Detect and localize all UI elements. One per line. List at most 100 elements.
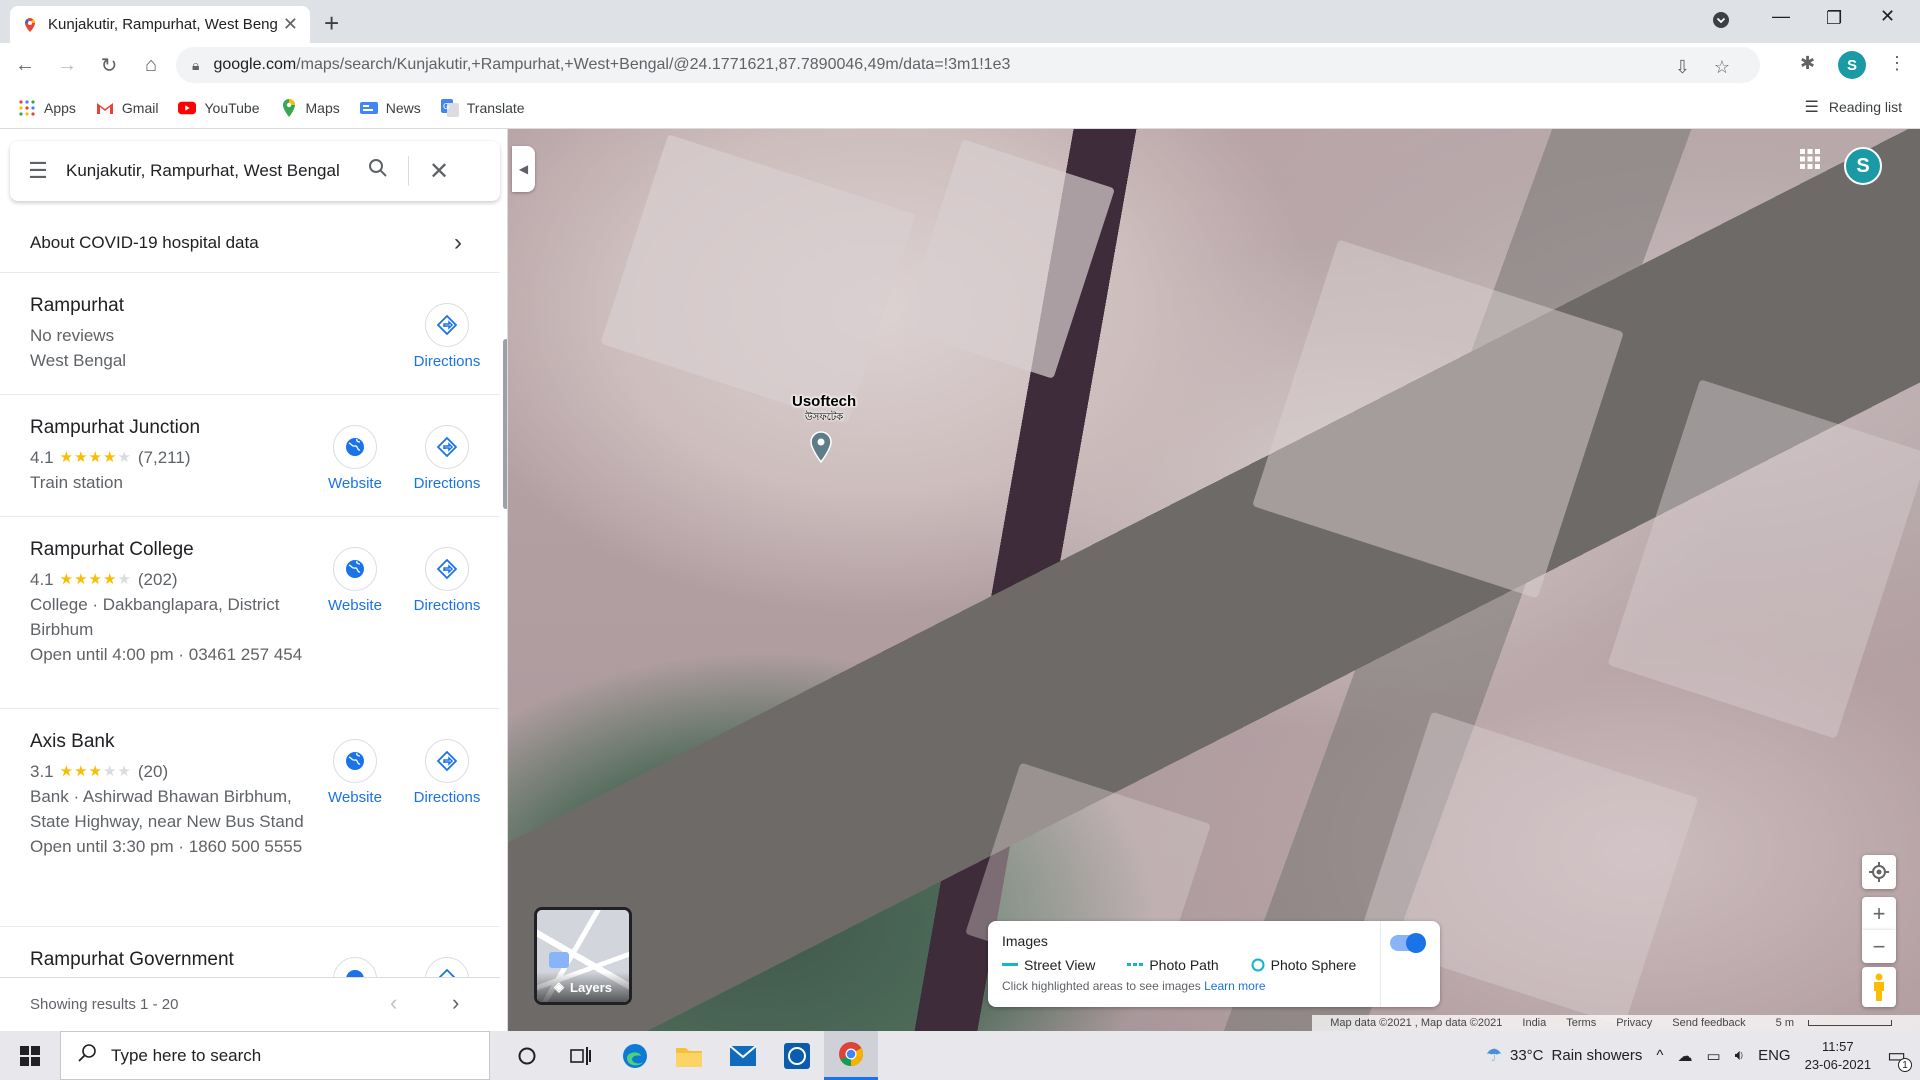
start-button[interactable]: [0, 1031, 60, 1080]
extensions-puzzle-icon[interactable]: ✱: [1800, 53, 1815, 74]
taskbar-search[interactable]: Type here to search: [60, 1031, 490, 1080]
address-bar[interactable]: 🔒︎ google.com/maps/search/Kunjakutir,+Ra…: [176, 47, 1760, 83]
covid-info-link[interactable]: About COVID-19 hospital data ›: [0, 213, 500, 273]
result-item-axis-bank[interactable]: Axis Bank 3.1 ★★★★★ (20) Bank · Ashirwad…: [0, 709, 500, 927]
translate-icon: G: [440, 98, 459, 117]
directions-button[interactable]: Directions: [402, 303, 492, 370]
bookmark-apps[interactable]: Apps: [18, 99, 76, 117]
images-hint-text: Click highlighted areas to see images: [1002, 979, 1201, 993]
tab-close-icon[interactable]: ✕: [283, 14, 298, 35]
place-pin-icon[interactable]: [810, 431, 832, 463]
lock-icon[interactable]: 🔒︎: [192, 57, 199, 74]
google-apps-icon[interactable]: [1800, 149, 1820, 175]
mail-icon[interactable]: [716, 1031, 770, 1080]
bookmark-translate[interactable]: G Translate: [440, 98, 525, 117]
directions-icon: [425, 547, 469, 591]
dell-app-icon[interactable]: [770, 1031, 824, 1080]
toggle-knob: [1406, 933, 1426, 953]
show-hidden-icons-button[interactable]: ^: [1656, 1047, 1663, 1064]
install-app-icon[interactable]: ⇩: [1675, 57, 1690, 78]
chrome-menu-icon[interactable]: ⋮: [1888, 53, 1906, 74]
windows-taskbar: Type here to search ☂ 33°C Rain showers …: [0, 1031, 1920, 1080]
browser-tab-active[interactable]: Kunjakutir, Rampurhat, West Bengal ✕: [10, 6, 310, 43]
cortana-icon[interactable]: [500, 1031, 554, 1080]
learn-more-link[interactable]: Learn more: [1204, 979, 1265, 993]
zoom-in-button[interactable]: +: [1862, 897, 1896, 930]
home-icon[interactable]: ⌂: [134, 48, 168, 82]
pegman-icon: [1874, 973, 1884, 1001]
chevron-up-icon: ^: [1656, 1047, 1664, 1064]
privacy-link[interactable]: Privacy: [1616, 1017, 1652, 1029]
next-page-icon[interactable]: ›: [452, 990, 459, 1016]
bookmark-news[interactable]: News: [359, 99, 421, 117]
battery-icon[interactable]: ▭: [1706, 1047, 1720, 1065]
weather-temp: 33°C: [1510, 1047, 1544, 1064]
clock[interactable]: 11:57 23-06-2021: [1805, 1038, 1872, 1074]
rain-cloud-icon: ☂: [1485, 1045, 1502, 1065]
images-legend: Street View Photo Path Photo Sphere: [1002, 957, 1426, 973]
scale-label: 5 m: [1775, 1017, 1794, 1029]
directions-button[interactable]: Directions: [402, 425, 492, 492]
bookmark-star-icon[interactable]: ☆: [1714, 57, 1730, 78]
result-item-rampurhat-junction[interactable]: Rampurhat Junction 4.1 ★★★★★ (7,211) Tra…: [0, 395, 500, 517]
profile-avatar[interactable]: S: [1838, 51, 1866, 79]
volume-icon[interactable]: 🔉︎: [1735, 1047, 1744, 1064]
map-profile-avatar[interactable]: S: [1844, 147, 1882, 185]
tab-search-icon[interactable]: [1712, 11, 1730, 34]
clock-time: 11:57: [1822, 1038, 1854, 1054]
result-item-rampurhat[interactable]: Rampurhat No reviews West Bengal Directi…: [0, 273, 500, 395]
bookmark-youtube[interactable]: YouTube: [178, 99, 260, 117]
bookmark-maps[interactable]: Maps: [280, 98, 340, 117]
restore-window-icon[interactable]: ❐: [1826, 8, 1842, 29]
file-explorer-icon[interactable]: [662, 1031, 716, 1080]
previous-page-icon[interactable]: ‹: [390, 990, 397, 1016]
maps-search-input[interactable]: [66, 161, 356, 181]
photo-path-legend: Photo Path: [1127, 957, 1234, 973]
edge-browser-icon[interactable]: [608, 1031, 662, 1080]
onedrive-cloud-icon[interactable]: ☁: [1677, 1047, 1692, 1065]
result-reviews: No reviews: [30, 326, 115, 345]
directions-button[interactable]: Directions: [402, 547, 492, 614]
back-arrow-icon[interactable]: ←: [8, 48, 42, 82]
directions-button[interactable]: Directions: [402, 739, 492, 806]
result-item-rampurhat-college[interactable]: Rampurhat College 4.1 ★★★★★ (202) Colleg…: [0, 517, 500, 709]
hamburger-menu-icon[interactable]: ☰: [10, 158, 66, 184]
search-icon[interactable]: [356, 158, 400, 184]
zoom-out-button[interactable]: −: [1862, 930, 1896, 963]
close-window-icon[interactable]: ✕: [1880, 6, 1895, 27]
place-label-local: উসফটেক: [805, 412, 844, 423]
task-view-icon[interactable]: [554, 1031, 608, 1080]
country-link[interactable]: India: [1522, 1017, 1546, 1029]
new-tab-button[interactable]: +: [324, 8, 339, 39]
input-language[interactable]: ENG: [1758, 1047, 1791, 1064]
website-button[interactable]: Website: [310, 425, 400, 492]
tab-title: Kunjakutir, Rampurhat, West Bengal: [48, 16, 277, 33]
map-scale[interactable]: 5 m: [1766, 1017, 1902, 1029]
chrome-taskbar-icon[interactable]: [824, 1031, 878, 1080]
bookmark-label: Maps: [305, 99, 340, 116]
my-location-button[interactable]: [1862, 855, 1896, 889]
review-count: (7,211): [137, 448, 191, 467]
place-label[interactable]: Usoftech উসফটেক: [792, 393, 856, 427]
layers-button[interactable]: ◈ Layers: [534, 907, 632, 1005]
street-view-pegman[interactable]: [1862, 967, 1896, 1007]
terms-link[interactable]: Terms: [1566, 1017, 1596, 1029]
review-count: (202): [137, 570, 178, 589]
bookmark-gmail[interactable]: Gmail: [96, 99, 158, 117]
reload-icon[interactable]: ↻: [92, 48, 126, 82]
forward-arrow-icon[interactable]: →: [50, 48, 84, 82]
search-divider: [408, 156, 409, 186]
reading-list-button[interactable]: ☰ Reading list: [1805, 97, 1903, 117]
collapse-panel-button[interactable]: ◀: [512, 146, 535, 192]
website-button[interactable]: Website: [310, 739, 400, 806]
clear-search-icon[interactable]: ✕: [417, 157, 461, 186]
my-location-icon: [1869, 862, 1889, 882]
minimize-window-icon[interactable]: —: [1772, 6, 1790, 27]
result-rating: 4.1 ★★★★★ (7,211): [30, 445, 320, 470]
send-feedback-link[interactable]: Send feedback: [1672, 1017, 1745, 1029]
satellite-map[interactable]: Usoftech উসফটেক S ◈ Layers Images Street…: [508, 129, 1920, 1031]
images-toggle[interactable]: [1390, 933, 1426, 953]
weather-widget[interactable]: ☂ 33°C Rain showers: [1486, 1045, 1643, 1066]
notifications-button[interactable]: ▭ 1: [1887, 1043, 1912, 1072]
website-button[interactable]: Website: [310, 547, 400, 614]
